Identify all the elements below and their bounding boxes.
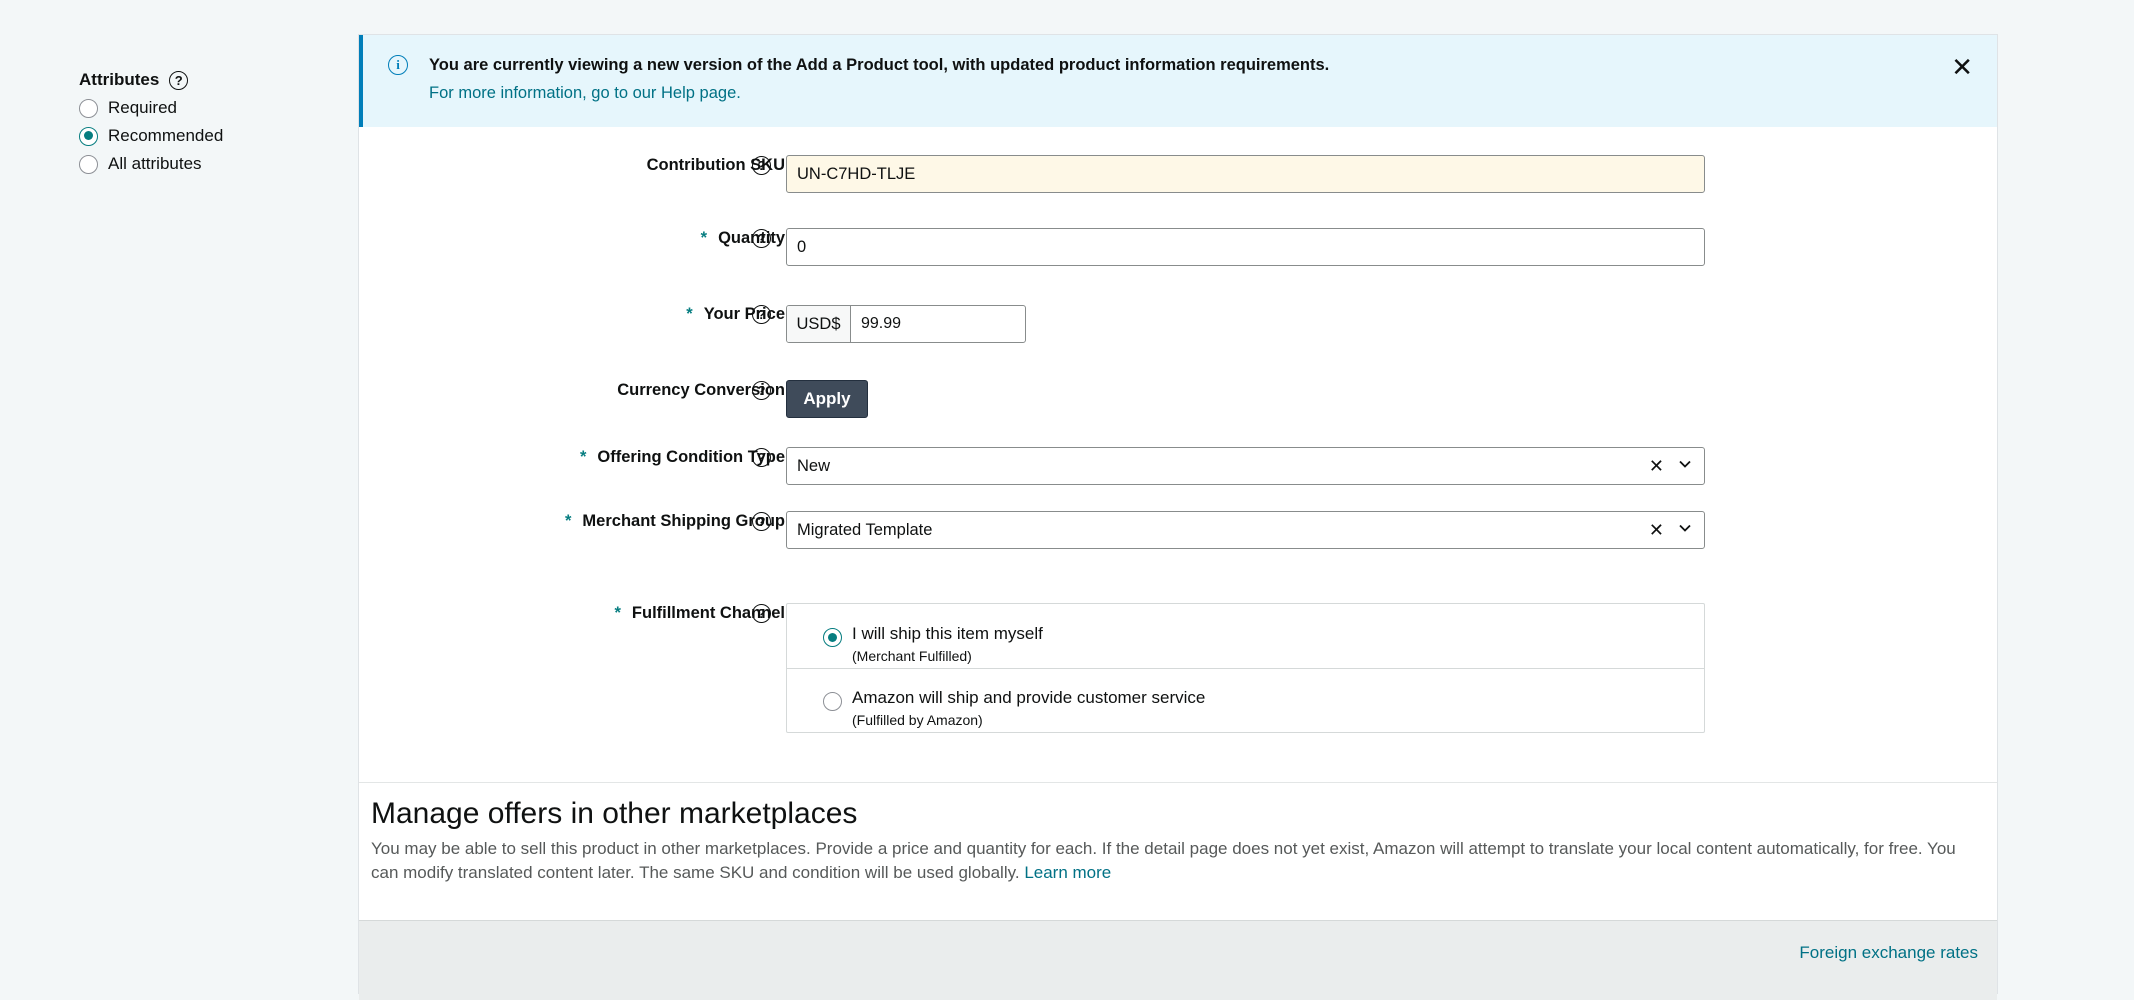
- radio-button[interactable]: [79, 98, 98, 118]
- marketplaces-toolbar: Foreign exchange rates: [359, 920, 1997, 1000]
- divider: [359, 782, 1997, 783]
- fulfillment-option-merchant[interactable]: I will ship this item myself (Merchant F…: [823, 604, 1693, 668]
- chevron-down-icon[interactable]: [1678, 521, 1692, 535]
- required-marker: *: [700, 229, 708, 247]
- clear-icon[interactable]: ✕: [1649, 520, 1664, 541]
- attribute-option-recommended[interactable]: Recommended: [79, 122, 339, 150]
- help-icon[interactable]: ?: [752, 381, 771, 400]
- radio-button[interactable]: [79, 126, 98, 146]
- apply-button[interactable]: Apply: [786, 380, 868, 418]
- shipping-group-select[interactable]: Migrated Template ✕: [786, 511, 1705, 549]
- condition-value: New: [797, 456, 831, 475]
- fulfillment-option-amazon[interactable]: Amazon will ship and provide customer se…: [823, 668, 1693, 732]
- learn-more-link[interactable]: Learn more: [1024, 863, 1111, 882]
- quantity-label: * Quantity: [701, 229, 785, 248]
- offer-panel: i You are currently viewing a new versio…: [358, 34, 1998, 1000]
- quantity-input[interactable]: 0: [786, 228, 1705, 266]
- help-icon[interactable]: ?: [169, 70, 189, 90]
- attribute-option-label: Recommended: [108, 126, 224, 145]
- required-marker: *: [614, 604, 621, 622]
- info-banner: i You are currently viewing a new versio…: [359, 35, 1997, 127]
- foreign-exchange-rates-link[interactable]: Foreign exchange rates: [1799, 943, 1978, 963]
- radio-button[interactable]: [79, 154, 98, 174]
- radio-button[interactable]: [823, 692, 842, 711]
- radio-button[interactable]: [823, 628, 842, 647]
- marketplaces-description: You may be able to sell this product in …: [371, 837, 1981, 885]
- help-icon[interactable]: ?: [752, 604, 771, 623]
- banner-message: You are currently viewing a new version …: [429, 56, 1330, 74]
- condition-select[interactable]: New ✕: [786, 447, 1705, 485]
- attributes-title: Attributes: [79, 70, 160, 89]
- marketplaces-title: Manage offers in other marketplaces: [371, 797, 858, 830]
- sku-input[interactable]: UN-C7HD-TLJE: [786, 155, 1705, 193]
- required-marker: *: [579, 448, 587, 466]
- attribute-option-all[interactable]: All attributes: [79, 150, 339, 178]
- fulfillment-option-subtitle: (Fulfilled by Amazon): [852, 712, 983, 728]
- price-input-group: USD$ 99.99: [786, 305, 1026, 343]
- clear-icon[interactable]: ✕: [1649, 456, 1664, 477]
- fulfillment-option-subtitle: (Merchant Fulfilled): [852, 648, 972, 664]
- help-icon[interactable]: ?: [752, 512, 771, 531]
- price-input[interactable]: 99.99: [851, 306, 1025, 342]
- price-label-text: Your Price: [703, 305, 785, 323]
- fulfillment-option-title: Amazon will ship and provide customer se…: [852, 688, 1206, 707]
- help-icon[interactable]: ?: [752, 448, 771, 467]
- marketplaces-description-text: You may be able to sell this product in …: [371, 839, 1956, 882]
- help-page-link[interactable]: For more information, go to our Help pag…: [429, 84, 741, 103]
- help-icon[interactable]: ?: [752, 229, 771, 248]
- currency-prefix: USD$: [787, 306, 851, 342]
- help-icon[interactable]: ?: [752, 305, 771, 324]
- info-icon: i: [388, 55, 408, 75]
- fulfillment-options: I will ship this item myself (Merchant F…: [786, 603, 1705, 733]
- chevron-down-icon[interactable]: [1678, 457, 1692, 471]
- close-icon[interactable]: ✕: [1951, 54, 1973, 80]
- attributes-filter: Attributes ? Required Recommended All at…: [79, 66, 339, 178]
- attribute-option-label: Required: [108, 98, 177, 117]
- help-icon[interactable]: ?: [752, 156, 771, 175]
- shipping-group-value: Migrated Template: [797, 520, 933, 539]
- required-marker: *: [686, 305, 693, 323]
- required-marker: *: [565, 512, 572, 530]
- attributes-heading: Attributes ?: [79, 66, 339, 94]
- fulfillment-option-title: I will ship this item myself: [852, 624, 1043, 643]
- attribute-option-label: All attributes: [108, 154, 202, 173]
- attribute-option-required[interactable]: Required: [79, 94, 339, 122]
